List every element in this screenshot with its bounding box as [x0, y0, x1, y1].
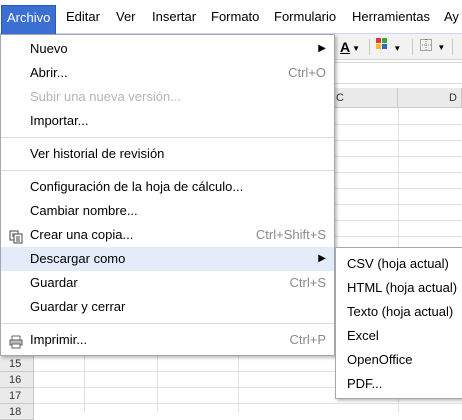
- printer-icon: [9, 333, 23, 349]
- menu-item-imprimir[interactable]: Imprimir... Ctrl+P: [1, 328, 334, 352]
- submenu-arrow-icon: ▶: [318, 253, 326, 264]
- submenu-item-csv[interactable]: CSV (hoja actual): [336, 252, 462, 276]
- row-header-16[interactable]: 16: [0, 372, 34, 388]
- menu-editar[interactable]: Editar: [66, 9, 100, 24]
- fill-color-button[interactable]: ▼: [376, 38, 401, 56]
- text-color-button[interactable]: A ▼: [340, 38, 360, 56]
- menu-item-importar[interactable]: Importar...: [1, 109, 334, 133]
- toolbar-divider: [452, 39, 453, 55]
- chevron-down-icon: ▼: [437, 42, 446, 52]
- submenu-item-pdf[interactable]: PDF...: [336, 372, 462, 396]
- chevron-down-icon: ▼: [393, 43, 402, 53]
- shortcut-label: Ctrl+Shift+S: [255, 227, 326, 242]
- menu-herramientas[interactable]: Herramientas: [352, 9, 430, 24]
- menu-separator: [1, 323, 334, 324]
- text-color-icon: A: [340, 39, 351, 55]
- menu-item-guardar[interactable]: Guardar Ctrl+S: [1, 271, 334, 295]
- formula-bar[interactable]: [334, 62, 462, 84]
- menu-separator: [1, 137, 334, 138]
- chevron-down-icon: ▼: [352, 43, 361, 53]
- row-header-15[interactable]: 15: [0, 356, 34, 372]
- submenu-item-openoffice[interactable]: OpenOffice: [336, 348, 462, 372]
- copy-icon: [9, 228, 23, 244]
- submenu-item-html[interactable]: HTML (hoja actual): [336, 276, 462, 300]
- row-header-18[interactable]: 18: [0, 404, 34, 420]
- menu-item-descargar-como[interactable]: Descargar como ▶: [1, 247, 334, 271]
- menu-item-cambiar-nombre[interactable]: Cambiar nombre...: [1, 199, 334, 223]
- menu-archivo[interactable]: Archivo: [1, 5, 57, 34]
- submenu-item-texto[interactable]: Texto (hoja actual): [336, 300, 462, 324]
- column-header-d[interactable]: D: [398, 88, 462, 108]
- submenu-arrow-icon: ▶: [318, 43, 326, 54]
- menu-item-nuevo[interactable]: Nuevo ▶: [1, 37, 334, 61]
- menu-formato[interactable]: Formato: [211, 9, 259, 24]
- menu-item-crear-copia[interactable]: Crear una copia... Ctrl+Shift+S: [1, 223, 334, 247]
- menu-item-abrir[interactable]: Abrir... Ctrl+O: [1, 61, 334, 85]
- shortcut-label: Ctrl+P: [289, 332, 326, 347]
- menu-formulario[interactable]: Formulario: [274, 9, 336, 24]
- menu-item-historial[interactable]: Ver historial de revisión: [1, 142, 334, 166]
- toolbar: A ▼ ▼ ▼: [334, 34, 462, 60]
- menu-ayuda[interactable]: Ay: [444, 9, 459, 24]
- borders-button[interactable]: ▼: [420, 38, 445, 56]
- menu-bar: Archivo Editar Ver Insertar Formato Form…: [0, 0, 462, 34]
- fill-color-icon: [376, 38, 391, 55]
- shortcut-label: Ctrl+S: [289, 275, 326, 290]
- menu-separator: [1, 170, 334, 171]
- menu-item-guardar-cerrar[interactable]: Guardar y cerrar: [1, 295, 334, 319]
- submenu-item-excel[interactable]: Excel: [336, 324, 462, 348]
- borders-icon: [420, 39, 435, 54]
- toolbar-divider: [369, 39, 370, 55]
- menu-insertar[interactable]: Insertar: [152, 9, 196, 24]
- menu-item-subir-version: Subir una nueva versión...: [30, 89, 182, 104]
- menu-item-configuracion[interactable]: Configuración de la hoja de cálculo...: [1, 175, 334, 199]
- menu-ver[interactable]: Ver: [116, 9, 136, 24]
- toolbar-divider: [412, 39, 413, 55]
- row-header-17[interactable]: 17: [0, 388, 34, 404]
- shortcut-label: Ctrl+O: [288, 65, 326, 80]
- column-header-c[interactable]: C: [334, 88, 398, 108]
- descargar-submenu: CSV (hoja actual) HTML (hoja actual) Tex…: [335, 247, 462, 399]
- archivo-menu: Nuevo ▶ Abrir... Ctrl+O Subir una nueva …: [0, 34, 335, 356]
- grid-line: [0, 403, 462, 404]
